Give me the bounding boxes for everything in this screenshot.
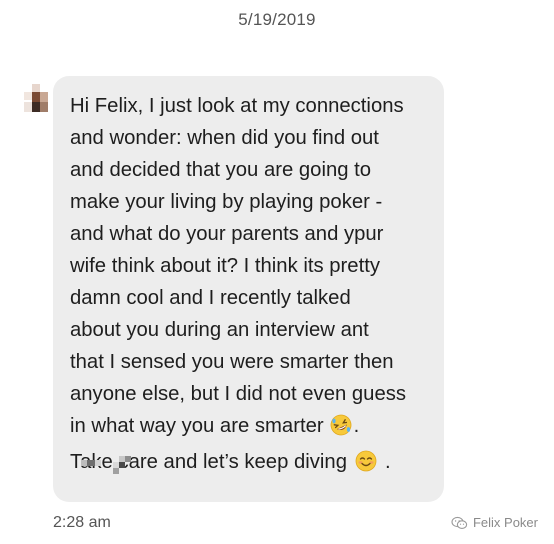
message-line: about you during an interview ant xyxy=(70,319,369,341)
conversation-date: 5/19/2019 xyxy=(238,10,316,29)
message-line-suffix: . xyxy=(384,451,391,473)
message-line: wife think about it? I think its pretty xyxy=(70,255,381,277)
watermark: Felix Poker xyxy=(451,515,538,530)
message-line: and decided that you are going to xyxy=(70,159,372,181)
pixelated-signature xyxy=(73,456,143,486)
rolling-on-floor-laughing-emoji-icon xyxy=(330,414,352,446)
message-line: and wonder: when did you find out xyxy=(70,127,379,149)
message-line: and what do your parents and ypur xyxy=(70,223,384,245)
message-timestamp: 2:28 am xyxy=(53,514,111,531)
watermark-text: Felix Poker xyxy=(472,515,538,530)
message-line: Hi Felix, I just look at my connections xyxy=(70,95,404,117)
message-line-with-emoji: in what way you are smarter. xyxy=(70,410,430,446)
message-line-suffix: . xyxy=(353,415,360,437)
message-line: anyone else, but I did not even guess xyxy=(70,383,407,405)
sender-avatar[interactable] xyxy=(18,84,52,118)
smiling-face-emoji-icon xyxy=(355,450,377,482)
message-line: damn cool and I recently talked xyxy=(70,287,351,309)
wechat-icon xyxy=(451,516,468,530)
message-line-text: in what way you are smarter xyxy=(70,415,324,437)
message-line: make your living by playing poker - xyxy=(70,191,383,213)
message-line: that I sensed you were smarter then xyxy=(70,351,394,373)
message-bubble[interactable]: Hi Felix, I just look at my connections … xyxy=(53,76,444,502)
